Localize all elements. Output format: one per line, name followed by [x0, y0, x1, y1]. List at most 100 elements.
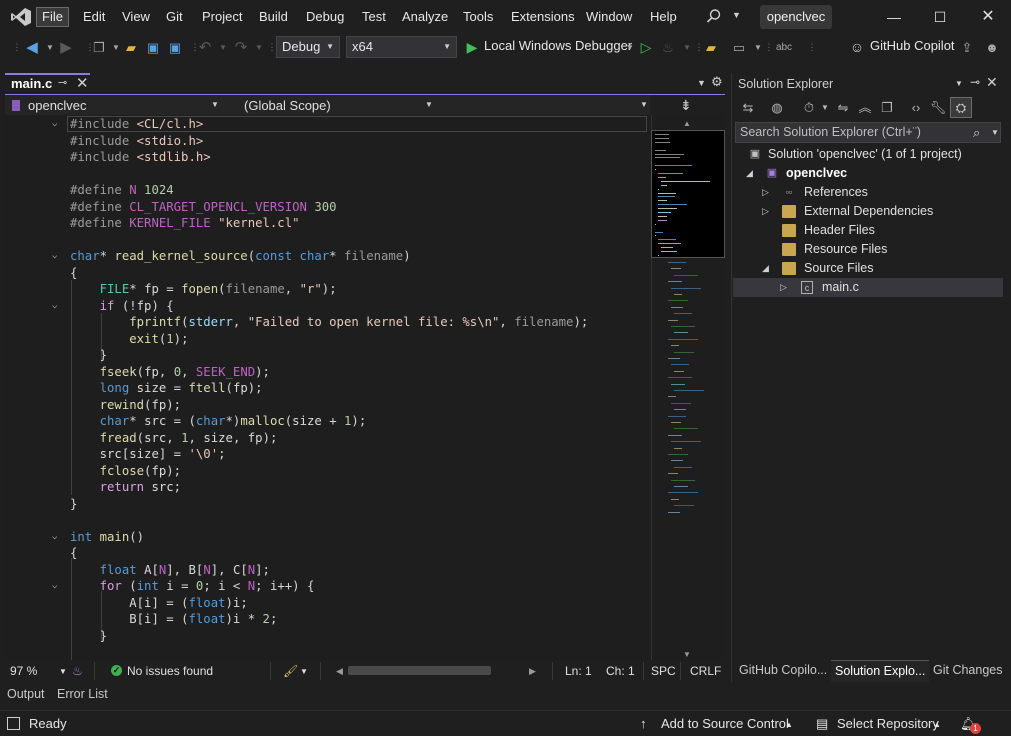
chevron-down-icon[interactable]: ▼: [59, 667, 67, 676]
share-icon[interactable]: ⇪: [958, 39, 976, 56]
expanded-icon[interactable]: ◢: [762, 259, 769, 278]
code-line[interactable]: [5, 166, 650, 183]
configuration-dropdown[interactable]: Debug ▼: [276, 36, 340, 58]
search-icon[interactable]: [706, 8, 722, 24]
nav-scope-dropdown[interactable]: (Global Scope): [244, 97, 331, 114]
fold-toggle-icon[interactable]: ⌵: [52, 116, 57, 133]
start-debugging-icon[interactable]: ▶: [463, 39, 481, 56]
zoom-level[interactable]: 97 %: [10, 664, 37, 678]
tree-item-solution[interactable]: ▣ Solution 'openclvec' (1 of 1 project): [733, 145, 1003, 164]
visual-studio-logo-icon[interactable]: [10, 7, 32, 27]
collapse-all-icon[interactable]: ︽: [855, 99, 875, 117]
code-line[interactable]: fread(src, 1, size, fp);: [5, 430, 650, 447]
start-debugger-button[interactable]: Local Windows Debugger: [484, 38, 632, 53]
menu-item-window[interactable]: Window: [581, 7, 637, 27]
start-without-debugging-icon[interactable]: ▷: [637, 39, 655, 56]
redo-icon[interactable]: ↷: [232, 39, 250, 56]
select-repository-button[interactable]: Select Repository: [837, 716, 939, 731]
save-icon[interactable]: ▣: [144, 39, 162, 56]
menu-item-debug[interactable]: Debug: [301, 7, 349, 27]
split-editor-icon[interactable]: ⇟: [680, 97, 692, 114]
scroll-left-icon[interactable]: ◀: [336, 666, 343, 677]
menu-item-tools[interactable]: Tools: [458, 7, 498, 27]
platform-dropdown[interactable]: x64 ▼: [346, 36, 457, 58]
fold-toggle-icon[interactable]: ⌵: [52, 578, 57, 595]
code-line[interactable]: ⌵ for (int i = 0; i < N; i++) {: [5, 578, 650, 595]
tree-item-resource-files[interactable]: Resource Files: [733, 240, 1003, 259]
code-line[interactable]: src[size] = '\0';: [5, 446, 650, 463]
switch-views-icon[interactable]: ⇋: [833, 99, 853, 117]
fold-toggle-icon[interactable]: ⌵: [52, 248, 57, 265]
collapsed-icon[interactable]: ▷: [762, 183, 769, 202]
scroll-down-icon[interactable]: ▼: [683, 650, 691, 659]
code-line[interactable]: ⌵ int main(): [5, 529, 650, 546]
code-line[interactable]: char* src = (char*)malloc(size + 1);: [5, 413, 650, 430]
solution-explorer-search-input[interactable]: Search Solution Explorer (Ctrl+¨): [735, 122, 1001, 143]
code-line[interactable]: fclose(fp);: [5, 463, 650, 480]
column-number[interactable]: Ch: 1: [606, 664, 635, 678]
repository-icon[interactable]: ▤: [816, 716, 828, 732]
menu-item-file[interactable]: File: [36, 7, 69, 27]
globe-icon[interactable]: ◍: [767, 99, 787, 117]
menu-item-git[interactable]: Git: [161, 7, 188, 27]
horizontal-scrollbar[interactable]: [348, 666, 491, 675]
code-line[interactable]: A[i] = (float)i;: [5, 595, 650, 612]
code-line[interactable]: B[i] = (float)i * 2;: [5, 611, 650, 628]
github-copilot-button[interactable]: GitHub Copilot: [870, 38, 955, 53]
code-line[interactable]: [5, 232, 650, 249]
open-folder-icon[interactable]: ▰: [122, 39, 140, 56]
copilot-status-icon[interactable]: ♨: [72, 664, 83, 678]
chevron-down-icon[interactable]: ▼: [697, 78, 706, 88]
whitespace-mode[interactable]: SPC: [651, 664, 676, 678]
code-line[interactable]: FILE* fp = fopen(filename, "r");: [5, 281, 650, 298]
code-line[interactable]: #define KERNEL_FILE "kernel.cl": [5, 215, 650, 232]
search-icon[interactable]: ⌕: [973, 125, 980, 141]
navigate-forward-icon[interactable]: ▶: [57, 39, 75, 56]
menu-item-build[interactable]: Build: [254, 7, 293, 27]
issues-status[interactable]: No issues found: [127, 664, 213, 678]
chevron-down-icon[interactable]: ▼: [732, 10, 741, 20]
tree-item-project[interactable]: ◢ ▣ openclvec: [733, 164, 1003, 183]
code-line[interactable]: return src;: [5, 479, 650, 496]
tab-git-changes[interactable]: Git Changes: [929, 660, 1006, 682]
tab-output[interactable]: Output: [7, 687, 45, 701]
code-line[interactable]: ⌵ #include <CL/cl.h>: [5, 116, 650, 133]
menu-item-view[interactable]: View: [117, 7, 155, 27]
code-line[interactable]: exit(1);: [5, 331, 650, 348]
tab-solution-explorer[interactable]: Solution Explo...: [831, 660, 930, 682]
line-ending[interactable]: CRLF: [690, 664, 721, 678]
tab-error-list[interactable]: Error List: [57, 687, 108, 701]
tree-item-source-files[interactable]: ◢ Source Files: [733, 259, 1003, 278]
properties-icon[interactable]: 🔧︎: [928, 99, 948, 117]
tab-github-copilot[interactable]: GitHub Copilo...: [735, 660, 831, 682]
undo-icon[interactable]: ↶: [196, 39, 214, 56]
tree-item-external-dependencies[interactable]: ▷ External Dependencies: [733, 202, 1003, 221]
fold-toggle-icon[interactable]: ⌵: [52, 298, 57, 315]
spell-check-icon[interactable]: abc: [775, 39, 793, 56]
maximize-icon[interactable]: ☐: [928, 6, 952, 28]
chevron-down-icon[interactable]: ▼: [211, 100, 219, 109]
code-line[interactable]: }: [5, 347, 650, 364]
window-layout-icon[interactable]: ▭: [730, 39, 748, 56]
collapsed-icon[interactable]: ▷: [762, 202, 769, 221]
chevron-down-icon[interactable]: ▼: [425, 100, 433, 109]
chevron-down-icon[interactable]: ▼: [955, 79, 963, 88]
menu-item-analyze[interactable]: Analyze: [397, 7, 453, 27]
code-line[interactable]: #define N 1024: [5, 182, 650, 199]
tree-item-main-c[interactable]: ▷ c main.c: [733, 278, 1003, 297]
code-line[interactable]: fseek(fp, 0, SEEK_END);: [5, 364, 650, 381]
menu-item-project[interactable]: Project: [197, 7, 247, 27]
chevron-up-icon[interactable]: ▲: [785, 720, 793, 729]
close-icon[interactable]: ✕: [976, 6, 1000, 28]
arrow-up-icon[interactable]: ↑: [640, 716, 647, 731]
feedback-icon[interactable]: ☻: [983, 39, 1001, 56]
chevron-down-icon[interactable]: ▼: [991, 128, 999, 137]
menu-item-test[interactable]: Test: [357, 7, 391, 27]
chevron-down-icon[interactable]: ▼: [640, 100, 648, 109]
code-line[interactable]: ⌵ if (!fp) {: [5, 298, 650, 315]
solution-folder-icon[interactable]: ▰: [702, 39, 720, 56]
collapsed-icon[interactable]: ▷: [780, 278, 787, 297]
line-number[interactable]: Ln: 1: [565, 664, 592, 678]
view-code-icon[interactable]: ‹›: [906, 99, 926, 117]
code-line[interactable]: fprintf(stderr, "Failed to open kernel f…: [5, 314, 650, 331]
